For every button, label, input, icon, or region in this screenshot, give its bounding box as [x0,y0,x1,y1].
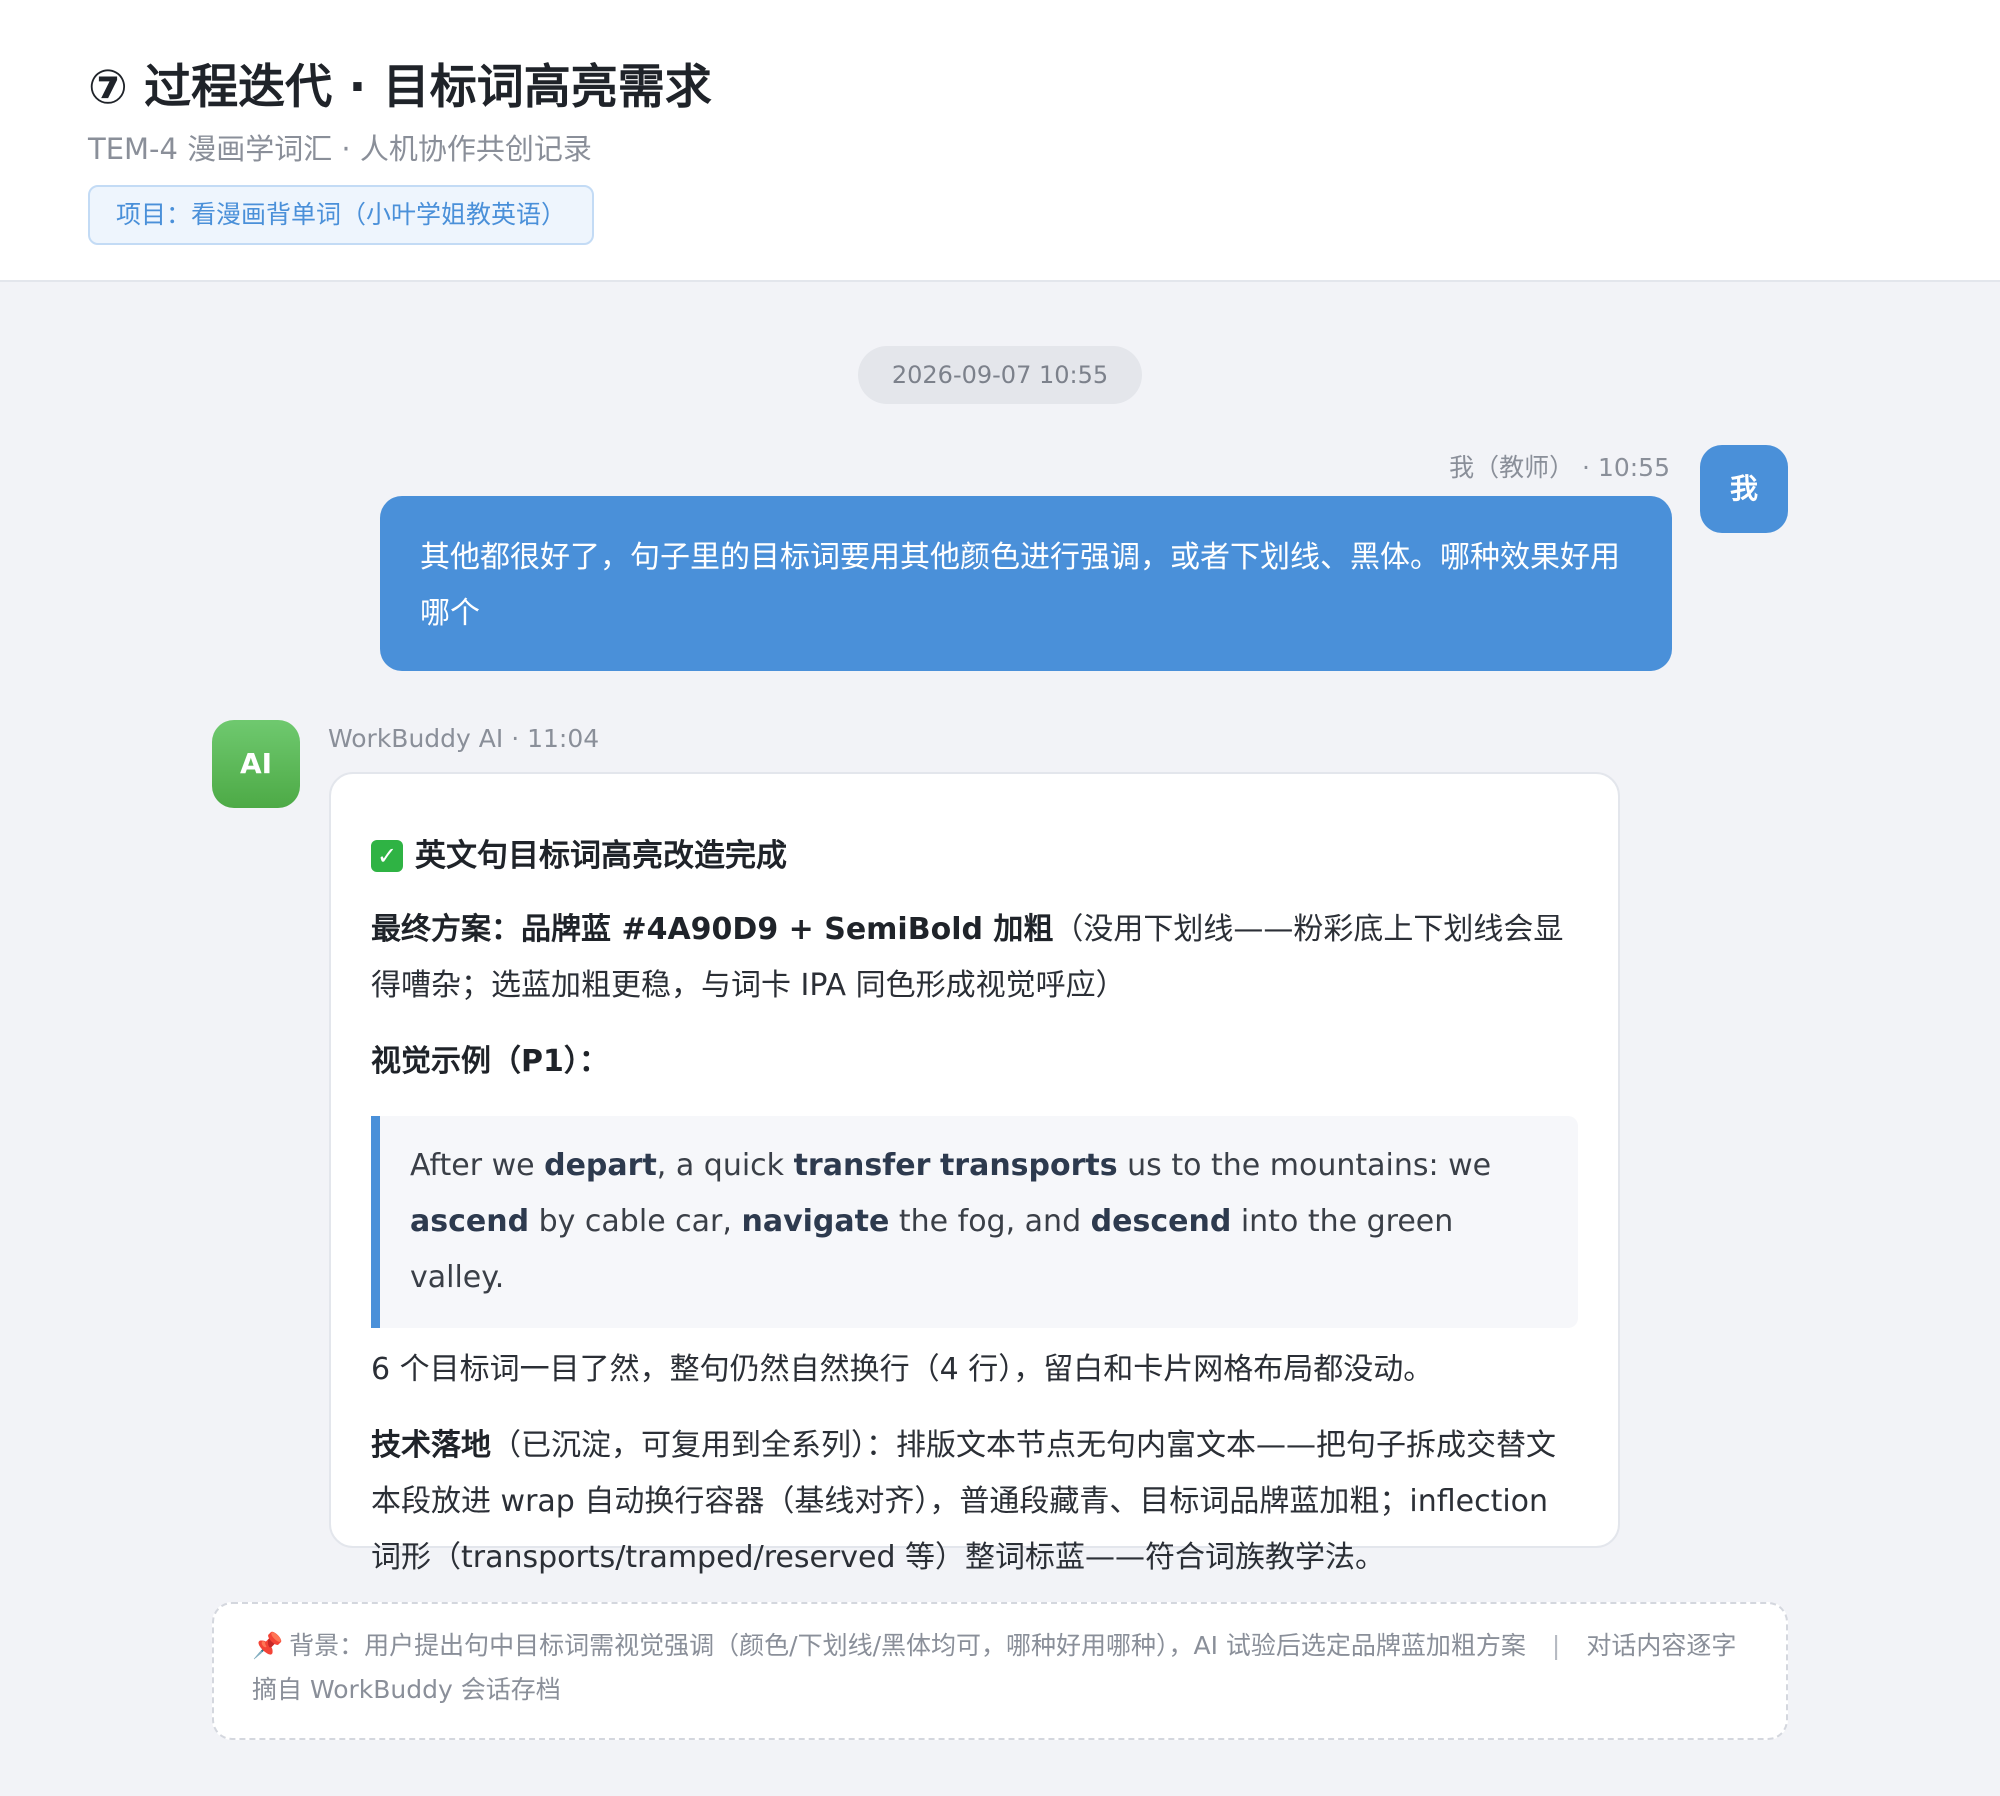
background-note-text: 背景：用户提出句中目标词需视觉强调（颜色/下划线/黑体均可，哪种好用哪种），AI… [289,1631,1526,1660]
tech-text: （已沉淀，可复用到全系列）：排版文本节点无句内富文本——把句子拆成交替文本段放进… [371,1428,1556,1575]
sentence-segment: , a quick [656,1148,794,1183]
ai-card-heading: ✓ 英文句目标词高亮改造完成 [371,828,1578,884]
example-sentence-quote: After we depart, a quick transfer transp… [371,1116,1578,1328]
summary-paragraph: 6 个目标词一目了然，整句仍然自然换行（4 行），留白和卡片网格布局都没动。 [371,1352,1434,1387]
final-plan-label: 最终方案： [371,912,521,947]
conversation-timestamp: 2026-09-07 10:55 [858,346,1142,404]
user-message-meta: 我（教师） · 10:55 [1449,453,1670,482]
note-separator: | [1551,1631,1561,1660]
target-word: ascend [410,1204,530,1239]
user-message-bubble: 其他都很好了，句子里的目标词要用其他颜色进行强调，或者下划线、黑体。哪种效果好用… [380,496,1672,671]
example-label: 视觉示例（P1）： [371,1034,1578,1090]
sentence-segment [930,1148,940,1183]
final-plan-value: 品牌蓝 #4A90D9 + SemiBold 加粗 [521,912,1054,947]
page-title: ⑦ 过程迭代 · 目标词高亮需求 [88,60,712,115]
target-word: transfer [793,1148,931,1183]
page-subtitle: TEM-4 漫画学词汇 · 人机协作共创记录 [88,132,592,166]
pin-icon: 📌 [252,1631,284,1660]
sentence-segment: us to the mountains: we [1117,1148,1492,1183]
user-avatar[interactable]: 我 [1700,445,1788,533]
sentence-segment: the fog, and [889,1204,1091,1239]
check-mark-icon: ✓ [371,840,403,872]
final-plan-paragraph: 最终方案：品牌蓝 #4A90D9 + SemiBold 加粗（没用下划线——粉彩… [371,902,1578,1014]
ai-avatar[interactable]: AI [212,720,300,808]
sentence-segment: by cable car, [529,1204,742,1239]
project-tag[interactable]: 项目：看漫画背单词（小叶学姐教英语） [88,185,595,245]
ai-message-meta: WorkBuddy AI · 11:04 [328,724,600,753]
tech-label: 技术落地 [371,1428,491,1463]
page-header: ⑦ 过程迭代 · 目标词高亮需求 TEM-4 漫画学词汇 · 人机协作共创记录 … [0,0,2000,282]
ai-message-card: ✓ 英文句目标词高亮改造完成 最终方案：品牌蓝 #4A90D9 + SemiBo… [329,772,1620,1575]
target-word: depart [544,1148,657,1183]
target-word: navigate [741,1204,890,1239]
sentence-segment: After we [410,1148,545,1183]
background-note: 📌 背景：用户提出句中目标词需视觉强调（颜色/下划线/黑体均可，哪种好用哪种），A… [212,1602,1788,1740]
target-word: descend [1090,1204,1232,1239]
target-word: transports [939,1148,1118,1183]
tech-paragraph: 技术落地（已沉淀，可复用到全系列）：排版文本节点无句内富文本——把句子拆成交替文… [371,1418,1578,1586]
example-label-text: 视觉示例（P1）： [371,1044,609,1079]
ai-heading-text: 英文句目标词高亮改造完成 [415,838,787,874]
